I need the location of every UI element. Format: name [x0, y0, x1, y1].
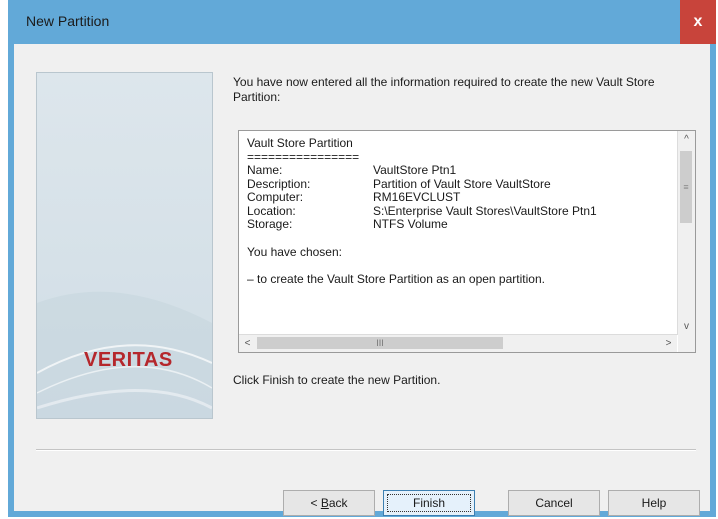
- horizontal-scroll-thumb[interactable]: III: [257, 337, 503, 349]
- summary-content: Vault Store Partition ================ N…: [247, 137, 667, 327]
- chosen-item: – to create the Vault Store Partition as…: [247, 272, 545, 286]
- horizontal-scrollbar[interactable]: < III >: [239, 334, 677, 352]
- back-button-rest: ack: [328, 496, 348, 510]
- grip-icon: III: [376, 338, 384, 348]
- veritas-logo: VERITAS: [84, 349, 173, 371]
- window-title: New Partition: [26, 13, 110, 29]
- field-value: VaultStore Ptn1: [373, 163, 457, 177]
- grip-icon: ≡: [683, 182, 689, 192]
- close-button[interactable]: x: [680, 0, 716, 44]
- chevron-right-icon: >: [665, 338, 672, 349]
- help-button-label: Help: [641, 496, 667, 510]
- summary-row-storage: Storage: NTFS Volume: [247, 217, 667, 232]
- back-button-mnemonic: B: [320, 496, 329, 510]
- footer-instruction: Click Finish to create the new Partition…: [233, 373, 441, 387]
- field-label: Location:: [247, 203, 296, 218]
- scroll-right-button[interactable]: >: [660, 335, 677, 352]
- close-icon: x: [693, 13, 703, 30]
- vertical-scrollbar[interactable]: ^ ≡ v: [677, 131, 695, 335]
- help-button[interactable]: Help: [608, 490, 700, 516]
- back-button[interactable]: < Back: [283, 490, 375, 516]
- field-label: Description:: [247, 176, 311, 191]
- chevron-up-icon: ^: [684, 134, 689, 145]
- scrollbar-corner: [678, 335, 695, 352]
- wizard-side-panel: VERITAS: [36, 72, 213, 419]
- chevron-down-icon: v: [684, 321, 689, 332]
- scroll-left-button[interactable]: <: [239, 335, 256, 352]
- field-label: Storage:: [247, 217, 293, 231]
- summary-row-name: Name: VaultStore Ptn1: [247, 163, 667, 178]
- back-button-prefix: <: [310, 496, 321, 510]
- field-label: Computer:: [247, 190, 304, 204]
- chevron-left-icon: <: [244, 338, 251, 349]
- chosen-label: You have chosen:: [247, 244, 342, 259]
- new-partition-dialog: New Partition x VERITAS You have now ent…: [8, 0, 716, 517]
- field-value: NTFS Volume: [373, 217, 448, 231]
- cancel-button[interactable]: Cancel: [508, 490, 600, 516]
- field-value: RM16EVCLUST: [373, 190, 461, 204]
- summary-heading: Vault Store Partition: [247, 137, 353, 150]
- field-value: Partition of Vault Store VaultStore: [373, 176, 551, 191]
- scroll-up-button[interactable]: ^: [678, 131, 695, 148]
- summary-separator: ================: [247, 149, 360, 164]
- summary-row-description: Description: Partition of Vault Store Va…: [247, 176, 667, 192]
- summary-row-computer: Computer: RM16EVCLUST: [247, 190, 667, 205]
- dialog-client-area: VERITAS You have now entered all the inf…: [14, 44, 710, 516]
- title-bar[interactable]: New Partition x: [8, 0, 716, 44]
- vertical-scroll-thumb[interactable]: ≡: [680, 151, 692, 223]
- intro-text: You have now entered all the information…: [233, 75, 655, 104]
- cancel-button-label: Cancel: [535, 496, 573, 510]
- field-label: Name:: [247, 163, 283, 177]
- field-value: S:\Enterprise Vault Stores\VaultStore Pt…: [373, 203, 597, 218]
- finish-button[interactable]: Finish: [383, 490, 475, 516]
- summary-row-location: Location: S:\Enterprise Vault Stores\Vau…: [247, 203, 667, 219]
- footer-divider: [36, 449, 696, 451]
- scroll-down-button[interactable]: v: [678, 318, 695, 335]
- summary-textbox[interactable]: Vault Store Partition ================ N…: [238, 130, 696, 353]
